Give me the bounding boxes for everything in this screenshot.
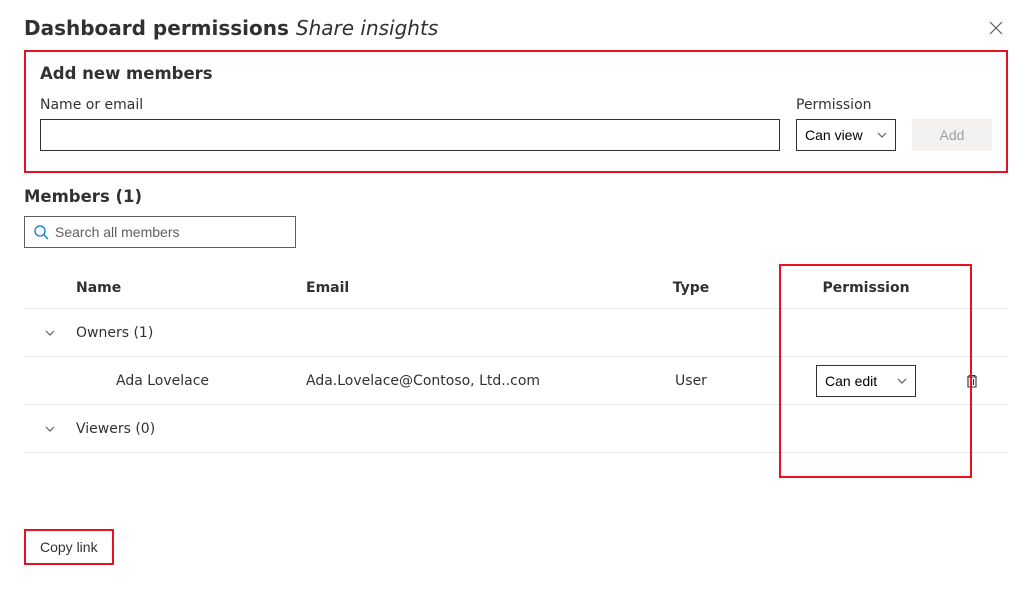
group-viewers-toggle[interactable] bbox=[24, 423, 76, 435]
search-members-input[interactable] bbox=[55, 224, 287, 240]
permission-select[interactable]: Can view bbox=[796, 119, 896, 151]
add-members-section-highlight: Add new members Name or email Permission… bbox=[24, 50, 1008, 173]
chevron-down-icon bbox=[44, 423, 56, 435]
dialog-header: Dashboard permissions Share insights bbox=[24, 16, 1008, 40]
close-button[interactable] bbox=[984, 16, 1008, 40]
group-owners-toggle[interactable] bbox=[24, 327, 76, 339]
dialog-title-prefix: Dashboard permissions bbox=[24, 16, 296, 40]
table-header: Name Email Type Permission bbox=[24, 268, 1008, 309]
chevron-down-icon bbox=[44, 327, 56, 339]
col-header-name: Name bbox=[76, 280, 306, 296]
trash-icon bbox=[964, 373, 980, 389]
copy-link-button[interactable]: Copy link bbox=[26, 531, 112, 563]
members-heading: Members (1) bbox=[24, 187, 1008, 206]
copy-link-highlight: Copy link bbox=[24, 529, 114, 565]
add-members-heading: Add new members bbox=[40, 64, 992, 83]
group-viewers-label: Viewers (0) bbox=[76, 421, 155, 437]
row-permission-select[interactable]: Can edit bbox=[816, 365, 916, 397]
dialog-title: Dashboard permissions Share insights bbox=[24, 16, 438, 40]
table-row: Ada Lovelace Ada.Lovelace@Contoso, Ltd..… bbox=[24, 357, 1008, 405]
close-icon bbox=[989, 21, 1003, 35]
name-email-input[interactable] bbox=[40, 119, 780, 151]
permission-label: Permission bbox=[796, 97, 896, 113]
search-icon bbox=[33, 224, 49, 240]
row-permission-cell: Can edit bbox=[776, 365, 956, 397]
row-email: Ada.Lovelace@Contoso, Ltd..com bbox=[306, 373, 606, 389]
add-button[interactable]: Add bbox=[912, 119, 992, 151]
permission-field: Permission Can view bbox=[796, 97, 896, 151]
add-members-row: Name or email Permission Can view Add bbox=[40, 97, 992, 151]
permission-select-wrap: Can view bbox=[796, 119, 896, 151]
group-owners-row[interactable]: Owners (1) bbox=[24, 309, 1008, 357]
row-delete-cell bbox=[956, 365, 1006, 397]
row-permission-select-wrap: Can edit bbox=[816, 365, 916, 397]
members-table: Name Email Type Permission Owners (1) Ad… bbox=[24, 268, 1008, 453]
col-header-type: Type bbox=[606, 280, 776, 296]
name-email-label: Name or email bbox=[40, 97, 780, 113]
col-header-permission: Permission bbox=[776, 280, 956, 296]
name-email-field: Name or email bbox=[40, 97, 780, 151]
group-viewers-row[interactable]: Viewers (0) bbox=[24, 405, 1008, 453]
col-header-email: Email bbox=[306, 280, 606, 296]
delete-member-button[interactable] bbox=[956, 365, 988, 397]
row-type: User bbox=[606, 373, 776, 389]
dialog-title-name: Share insights bbox=[296, 16, 438, 40]
search-members-field[interactable] bbox=[24, 216, 296, 248]
group-owners-label: Owners (1) bbox=[76, 325, 153, 341]
row-name: Ada Lovelace bbox=[76, 373, 306, 389]
